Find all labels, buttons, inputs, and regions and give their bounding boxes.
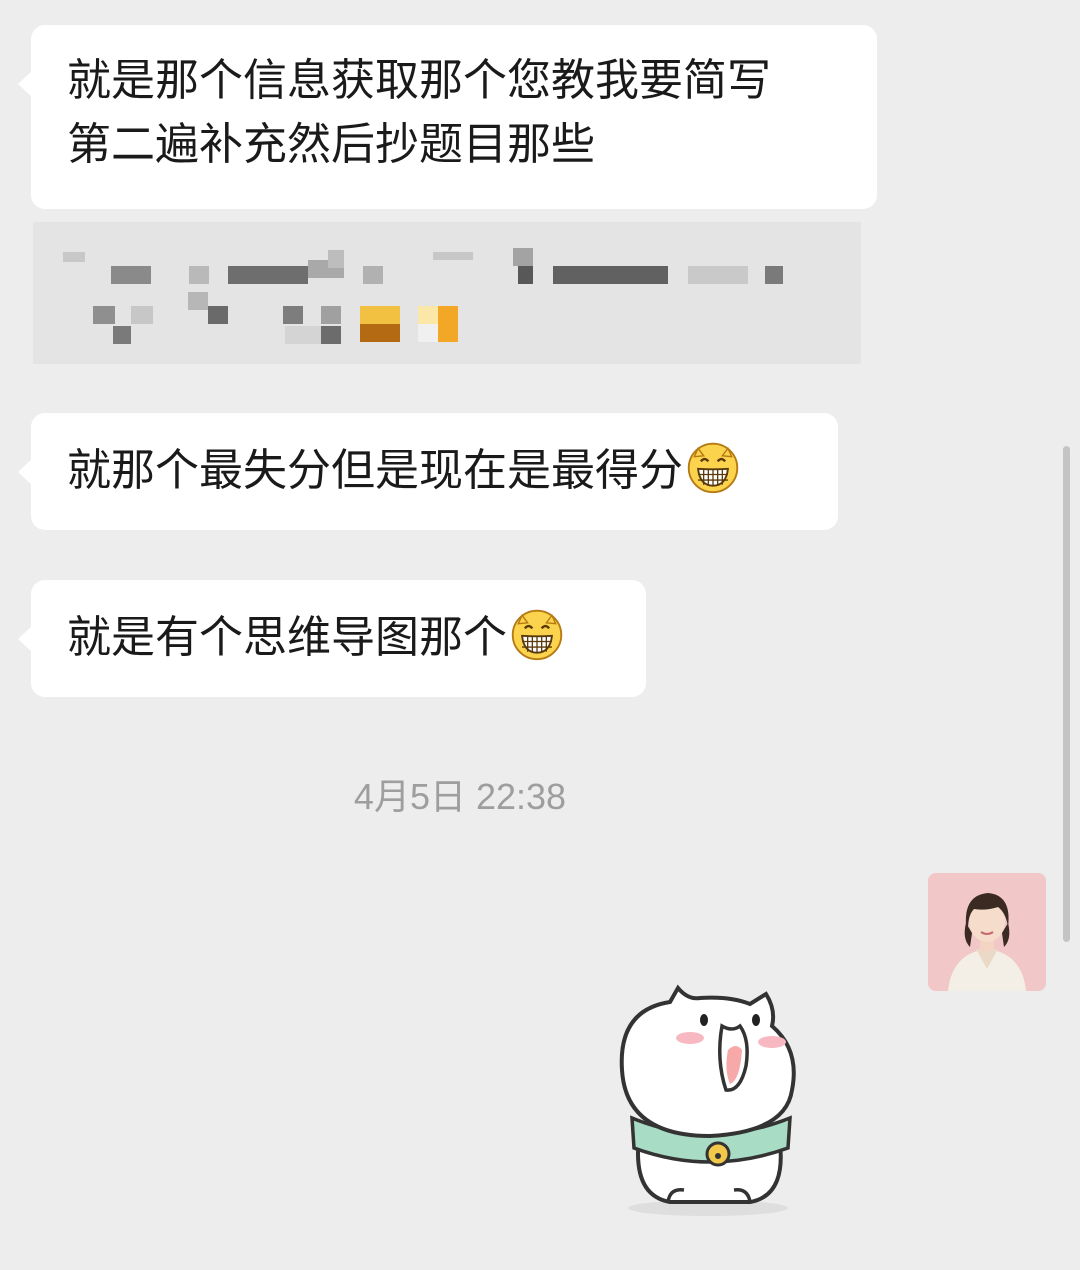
message-text: 就是那个信息获取那个您教我要简写 第二遍补充然后抄题目那些 (67, 49, 877, 177)
message-text: 就是有个思维导图那个 (67, 606, 646, 670)
user-avatar[interactable] (928, 873, 1046, 991)
message-text: 就那个最失分但是现在是最得分 (67, 439, 838, 503)
avatar-photo-icon (928, 873, 1046, 991)
chat-scrollbar[interactable] (1063, 446, 1070, 942)
message-line: 第二遍补充然后抄题目那些 (67, 119, 595, 170)
message-line: 就是有个思维导图那个 (67, 612, 507, 663)
message-bubble[interactable]: 就是有个思维导图那个 (18, 580, 646, 697)
message-timestamp: 4月5日 22:38 (353, 776, 567, 817)
message-line: 就那个最失分但是现在是最得分 (67, 445, 683, 496)
message-line: 就是那个信息获取那个您教我要简写 (67, 55, 771, 106)
blurred-link-card[interactable] (33, 222, 861, 364)
grinning-face-icon (687, 442, 739, 494)
cute-white-cat-sticker-icon (619, 984, 796, 1216)
cat-sticker[interactable] (600, 980, 820, 1220)
message-bubble[interactable]: 就那个最失分但是现在是最得分 (18, 413, 838, 530)
message-bubble[interactable]: 就是那个信息获取那个您教我要简写 第二遍补充然后抄题目那些 (18, 25, 877, 209)
grinning-face-icon (511, 609, 563, 661)
